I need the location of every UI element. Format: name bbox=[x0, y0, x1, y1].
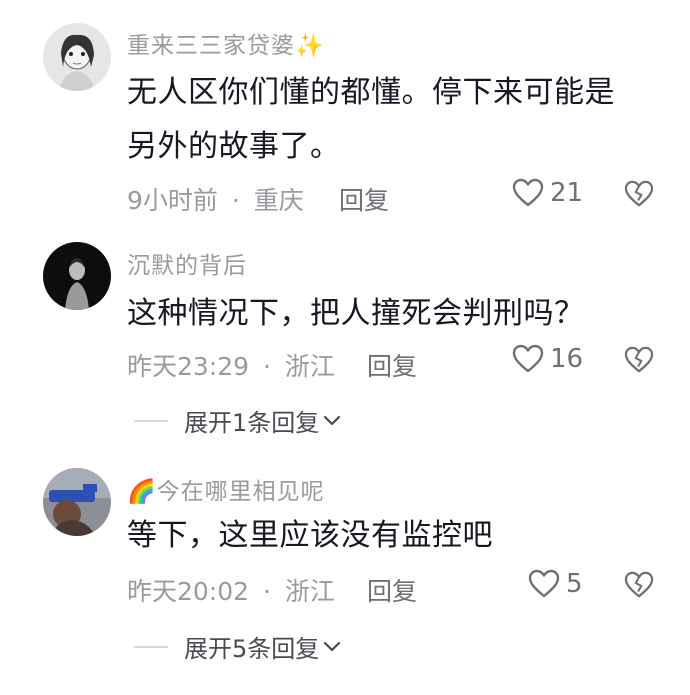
meta-separator: · bbox=[231, 186, 240, 215]
expand-replies-button[interactable]: 展开5条回复 bbox=[134, 629, 341, 664]
comment-location: 浙江 bbox=[284, 352, 335, 381]
avatar-image bbox=[43, 23, 111, 91]
comment-time: 昨天20:02 bbox=[127, 577, 250, 606]
meta-separator: · bbox=[263, 577, 271, 606]
expand-replies-label: 展开5条回复 bbox=[184, 635, 320, 663]
avatar[interactable] bbox=[43, 468, 111, 536]
comment-text: 无人区你们懂的都懂。停下来可能是 另外的故事了。 bbox=[127, 75, 615, 164]
like-button[interactable]: 5 bbox=[528, 569, 583, 599]
comment-time: 昨天23:29 bbox=[127, 352, 250, 381]
avatar-image bbox=[43, 468, 111, 536]
reply-button[interactable]: 回复 bbox=[367, 347, 417, 383]
like-count: 21 bbox=[550, 178, 584, 208]
comment-text: 这种情况下，把人撞死会判刑吗？ bbox=[127, 296, 585, 331]
avatar[interactable] bbox=[43, 23, 111, 91]
rainbow-icon: 🌈 bbox=[127, 479, 157, 505]
meta-separator: · bbox=[263, 352, 271, 381]
comment-meta: 9小时前 · 重庆 bbox=[127, 181, 304, 217]
sparkle-icon: ✨ bbox=[295, 33, 325, 59]
reply-button[interactable]: 回复 bbox=[367, 572, 417, 608]
comment-location: 浙江 bbox=[284, 577, 335, 606]
like-button[interactable]: 21 bbox=[512, 178, 583, 208]
avatar[interactable] bbox=[43, 242, 111, 310]
comment-item: 沉默的背后 这种情况下，把人撞死会判刑吗？ 昨天23:29 · 浙江 回复 16… bbox=[0, 230, 690, 450]
comment-location: 重庆 bbox=[253, 186, 304, 215]
like-count: 16 bbox=[550, 344, 584, 374]
username[interactable]: 重来三三家贷婆✨ bbox=[127, 26, 325, 60]
heart-outline-icon bbox=[512, 178, 544, 207]
like-button[interactable]: 16 bbox=[512, 344, 583, 374]
expand-replies-button[interactable]: 展开1条回复 bbox=[134, 403, 341, 438]
heart-outline-icon bbox=[512, 344, 544, 373]
broken-heart-icon bbox=[624, 346, 654, 373]
chevron-down-icon bbox=[324, 415, 341, 425]
expand-replies-label: 展开1条回复 bbox=[184, 409, 320, 437]
comment-item: 🌈今在哪里相见呢 等下，这里应该没有监控吧 昨天20:02 · 浙江 回复 5 … bbox=[0, 452, 690, 695]
comment-meta: 昨天23:29 · 浙江 bbox=[127, 347, 335, 383]
like-count: 5 bbox=[566, 569, 583, 599]
expand-divider bbox=[134, 645, 168, 648]
comment-item: 重来三三家贷婆✨ 无人区你们懂的都懂。停下来可能是 另外的故事了。 9小时前 ·… bbox=[0, 0, 690, 230]
avatar-image bbox=[43, 242, 111, 310]
comment-meta: 昨天20:02 · 浙江 bbox=[127, 572, 335, 608]
comment-text: 等下，这里应该没有监控吧 bbox=[127, 518, 493, 553]
comment-time: 9小时前 bbox=[127, 186, 218, 215]
username[interactable]: 沉默的背后 bbox=[127, 246, 247, 280]
heart-outline-icon bbox=[528, 569, 560, 598]
dislike-button[interactable] bbox=[624, 346, 654, 378]
expand-divider bbox=[134, 419, 168, 422]
reply-button[interactable]: 回复 bbox=[339, 181, 389, 217]
broken-heart-icon bbox=[624, 571, 654, 598]
username[interactable]: 🌈今在哪里相见呢 bbox=[127, 472, 325, 506]
broken-heart-icon bbox=[624, 180, 654, 207]
dislike-button[interactable] bbox=[624, 571, 654, 603]
dislike-button[interactable] bbox=[624, 180, 654, 212]
chevron-down-icon bbox=[324, 641, 341, 651]
